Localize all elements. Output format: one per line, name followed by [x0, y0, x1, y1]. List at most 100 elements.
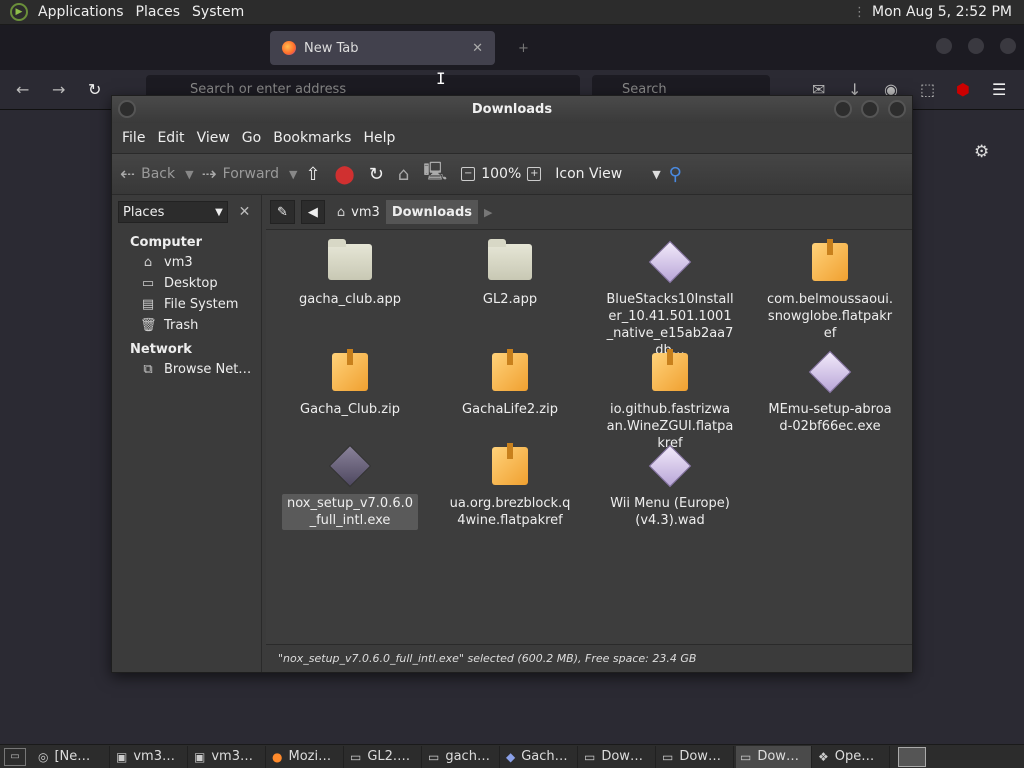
- reload-button[interactable]: ↻: [369, 164, 390, 185]
- task-button[interactable]: ◎ [Ne…: [34, 745, 110, 768]
- file-item[interactable]: GachaLife2.zip: [442, 349, 578, 419]
- file-item[interactable]: com.belmoussaoui.snowglobe.flatpakref: [762, 239, 898, 343]
- window-titlebar[interactable]: Downloads: [112, 96, 912, 123]
- show-desktop-icon[interactable]: ▭: [4, 747, 26, 766]
- sidebar-item-trash[interactable]: 🗑 Trash: [112, 315, 261, 336]
- computer-button[interactable]: 🖳: [423, 159, 453, 189]
- ublock-icon[interactable]: ⬢: [956, 80, 970, 99]
- menu-file[interactable]: File: [116, 130, 151, 146]
- chevron-down-icon[interactable]: ▼: [185, 168, 193, 181]
- minimize-icon[interactable]: [834, 100, 852, 118]
- sidebar-item-file-system[interactable]: ▤ File System: [112, 294, 261, 315]
- system-menu[interactable]: System: [186, 4, 250, 20]
- task-button[interactable]: ◆ Gach…: [502, 745, 578, 768]
- maximize-icon[interactable]: [861, 100, 879, 118]
- stop-button[interactable]: ⬤: [335, 164, 361, 185]
- sidebar-section-computer: Computer: [130, 235, 203, 250]
- task-button[interactable]: ▣ vm3…: [190, 745, 266, 768]
- hamburger-menu-icon[interactable]: ☰: [992, 80, 1006, 99]
- window-menu-icon[interactable]: [118, 100, 136, 118]
- sidebar-item-browse-network[interactable]: ⧉ Browse Net…: [112, 359, 261, 380]
- extensions-icon[interactable]: ⬚: [920, 80, 935, 99]
- firefox-icon: ●: [272, 749, 283, 764]
- task-button[interactable]: ▣ vm3…: [112, 745, 188, 768]
- task-button[interactable]: ▭ Dow…: [658, 745, 734, 768]
- browser-tab-new-tab[interactable]: New Tab ✕: [270, 31, 495, 65]
- menu-edit[interactable]: Edit: [151, 130, 190, 146]
- task-button[interactable]: ▭ gach…: [424, 745, 500, 768]
- task-button[interactable]: ❖ Ope…: [814, 745, 890, 768]
- reload-icon[interactable]: ↻: [88, 80, 101, 99]
- new-tab-icon[interactable]: +: [506, 31, 530, 65]
- forward-arrow-icon[interactable]: →: [52, 80, 65, 99]
- sidebar-item-vm3[interactable]: ⌂ vm3: [112, 252, 261, 273]
- forward-button[interactable]: ⇢ Forward ▼: [202, 164, 298, 185]
- chevron-down-icon: ▼: [215, 206, 223, 218]
- file-item[interactable]: gacha_club.app: [282, 239, 418, 309]
- file-item[interactable]: BlueStacks10Installer_10.41.501.1001_nat…: [602, 240, 738, 360]
- gear-icon[interactable]: ⚙: [974, 142, 989, 162]
- minimize-icon[interactable]: [936, 38, 952, 54]
- menubar: File Edit View Go Bookmarks Help: [112, 123, 912, 153]
- task-button-active[interactable]: ▭ Dow…: [736, 745, 812, 768]
- task-label: Dow…: [601, 749, 643, 764]
- menu-view[interactable]: View: [191, 130, 236, 146]
- browser-tab-background[interactable]: [44, 31, 264, 65]
- firefox-icon: [282, 41, 296, 55]
- applications-menu[interactable]: Applications: [32, 4, 130, 20]
- gacha-app-icon: ◆: [506, 749, 516, 764]
- zoom-in-icon[interactable]: +: [527, 167, 542, 181]
- chevron-down-icon[interactable]: ▼: [652, 168, 660, 181]
- file-item-selected[interactable]: nox_setup_v7.0.6.0_full_intl.exe: [282, 444, 418, 530]
- chevron-down-icon[interactable]: ▼: [289, 168, 297, 181]
- maximize-icon[interactable]: [968, 38, 984, 54]
- close-window-icon[interactable]: [1000, 38, 1016, 54]
- sidebar-item-label: vm3: [164, 255, 193, 270]
- close-icon[interactable]: [888, 100, 906, 118]
- file-item[interactable]: GL2.app: [442, 239, 578, 309]
- task-button[interactable]: ▭ Dow…: [580, 745, 656, 768]
- distro-logo-icon[interactable]: ▶: [10, 3, 28, 21]
- folder-icon: [488, 239, 532, 280]
- package-icon: [492, 443, 528, 485]
- home-button[interactable]: ⌂: [398, 164, 415, 185]
- trash-icon: 🗑: [140, 318, 157, 333]
- file-item[interactable]: io.github.fastrizwaan.WineZGUI.flatpakre…: [602, 349, 738, 453]
- file-item[interactable]: ua.org.brezblock.q4wine.flatpakref: [442, 443, 578, 530]
- back-button[interactable]: ⇠ Back ▼: [120, 164, 194, 185]
- close-sidebar-icon[interactable]: ✕: [234, 201, 255, 223]
- places-dropdown[interactable]: Places ▼: [118, 201, 228, 223]
- breadcrumb-vm3[interactable]: ⌂ vm3: [331, 200, 386, 224]
- sidebar-item-label: File System: [164, 297, 239, 312]
- file-item[interactable]: MEmu-setup-abroad-02bf66ec.exe: [762, 350, 898, 436]
- clock[interactable]: Mon Aug 5, 2:52 PM: [872, 4, 1024, 20]
- chevron-right-icon[interactable]: ▶: [484, 206, 492, 219]
- package-icon: [652, 349, 688, 391]
- task-button[interactable]: ● Mozi…: [268, 745, 344, 768]
- zoom-out-icon[interactable]: −: [461, 167, 476, 181]
- workspace-switcher[interactable]: [898, 746, 926, 767]
- task-label: [Ne…: [54, 749, 91, 764]
- stop-icon: ⬤: [334, 163, 355, 185]
- edit-icon: ✎: [277, 204, 288, 220]
- back-arrow-icon[interactable]: ←: [16, 80, 29, 99]
- sidebar-item-desktop[interactable]: ▭ Desktop: [112, 273, 261, 294]
- file-name: ua.org.brezblock.q4wine.flatpakref: [449, 496, 571, 528]
- menu-bookmarks[interactable]: Bookmarks: [267, 130, 357, 146]
- menu-help[interactable]: Help: [357, 130, 401, 146]
- view-mode-select[interactable]: Icon View ▼: [555, 166, 660, 182]
- menu-go[interactable]: Go: [236, 130, 267, 146]
- places-menu[interactable]: Places: [130, 4, 187, 20]
- task-button[interactable]: ▭ GL2.…: [346, 745, 422, 768]
- file-item[interactable]: Gacha_Club.zip: [282, 349, 418, 419]
- file-item[interactable]: Wii Menu (Europe) (v4.3).wad: [602, 444, 738, 530]
- toggle-location-entry-button[interactable]: ✎: [270, 200, 295, 224]
- breadcrumb-downloads[interactable]: Downloads: [385, 200, 479, 224]
- up-button[interactable]: ⇧: [305, 164, 326, 185]
- path-back-button[interactable]: ◀: [300, 200, 325, 224]
- executable-icon: [648, 444, 692, 488]
- task-label: Dow…: [679, 749, 721, 764]
- search-button[interactable]: ⚲: [669, 164, 688, 185]
- icon-view[interactable]: gacha_club.app GL2.app BlueStacks10Insta…: [266, 229, 912, 644]
- close-tab-icon[interactable]: ✕: [472, 41, 483, 56]
